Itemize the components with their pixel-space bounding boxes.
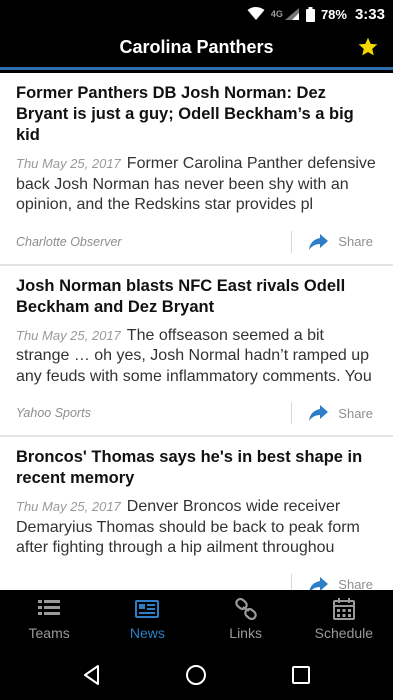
recents-icon[interactable]: [290, 664, 312, 686]
article-date: Thu May 25, 2017: [16, 499, 121, 514]
wifi-icon: [247, 7, 265, 21]
share-icon: [309, 233, 329, 250]
bottom-nav: Teams News Links Schedule: [0, 590, 393, 650]
back-icon[interactable]: [81, 664, 103, 686]
share-label: Share: [338, 234, 373, 249]
nav-item-teams[interactable]: Teams: [0, 590, 98, 650]
page-title: Carolina Panthers: [119, 37, 274, 57]
article-source: Charlotte Observer: [16, 234, 122, 249]
article-footer: Share: [16, 563, 377, 590]
article-card[interactable]: Josh Norman blasts NFC East rivals Odell…: [0, 266, 393, 437]
article-footer: Yahoo Sports Share: [16, 391, 377, 435]
article-summary: Thu May 25, 2017 Former Carolina Panther …: [16, 154, 377, 216]
link-icon: [234, 598, 257, 620]
cell-signal: 4G: [271, 7, 300, 21]
article-footer: Charlotte Observer Share: [16, 220, 377, 264]
network-type-label: 4G: [270, 9, 283, 19]
signal-icon: [284, 8, 299, 20]
nav-label: Teams: [28, 625, 70, 641]
list-icon: [38, 600, 61, 615]
share-label: Share: [338, 405, 373, 421]
battery-percent: 78%: [320, 6, 347, 22]
article-date: Thu May 25, 2017: [16, 156, 121, 171]
share-label: Share: [338, 577, 373, 590]
nav-label: News: [129, 625, 165, 641]
article-summary: Thu May 25, 2017 The offseason seemed a b…: [16, 326, 377, 388]
share-button[interactable]: Share: [308, 576, 377, 590]
nav-item-schedule[interactable]: Schedule: [295, 590, 393, 650]
divider: [291, 402, 293, 424]
article-summary: Thu May 25, 2017 Denver Broncos wide rece…: [16, 497, 377, 559]
app-bar: Carolina Panthers: [0, 28, 393, 70]
article-title[interactable]: Former Panthers DB Josh Norman: Dez Brya…: [16, 83, 377, 146]
calendar-icon: [332, 598, 355, 620]
share-icon: [309, 576, 329, 590]
share-button[interactable]: Share: [308, 233, 377, 250]
star-icon[interactable]: [357, 36, 379, 58]
battery-icon: [305, 6, 315, 22]
newspaper-icon: [135, 600, 160, 618]
status-bar: 4G 78% 3:33: [0, 0, 393, 28]
article-card[interactable]: Former Panthers DB Josh Norman: Dez Brya…: [0, 73, 393, 266]
divider: [291, 230, 293, 253]
clock: 3:33: [354, 5, 385, 23]
divider: [291, 573, 293, 590]
article-card[interactable]: Broncos' Thomas says he's in best shape …: [0, 437, 393, 590]
article-title[interactable]: Josh Norman blasts NFC East rivals Odell…: [16, 276, 377, 318]
system-nav-bar: [0, 650, 393, 700]
nav-item-news[interactable]: News: [98, 590, 196, 650]
nav-item-links[interactable]: Links: [197, 590, 295, 650]
share-icon: [309, 405, 329, 421]
share-button[interactable]: Share: [308, 405, 377, 421]
article-title[interactable]: Broncos' Thomas says he's in best shape …: [16, 447, 377, 489]
home-icon[interactable]: [185, 664, 207, 686]
nav-label: Links: [229, 625, 262, 641]
nav-label: Schedule: [314, 625, 374, 641]
article-date: Thu May 25, 2017: [16, 327, 121, 343]
article-source: Yahoo Sports: [16, 406, 91, 420]
news-feed[interactable]: Former Panthers DB Josh Norman: Dez Brya…: [0, 73, 393, 590]
